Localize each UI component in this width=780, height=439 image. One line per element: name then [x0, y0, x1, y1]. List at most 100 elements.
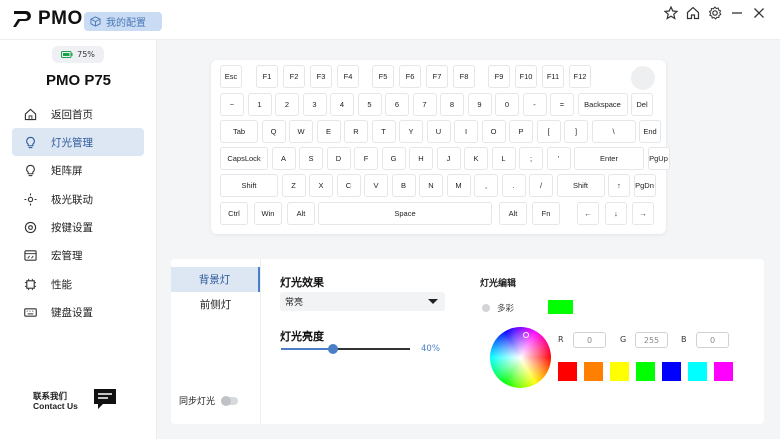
key-1-10[interactable]: 0 [495, 93, 519, 116]
key-4-10[interactable]: / [529, 174, 553, 197]
key-1-12[interactable]: = [550, 93, 574, 116]
pin-icon[interactable] [664, 6, 678, 20]
key-2-0[interactable]: Tab [220, 120, 258, 143]
key-3-7[interactable]: J [436, 147, 461, 170]
key-0-2[interactable]: F2 [283, 65, 305, 88]
config-selector[interactable]: 我的配置 [84, 12, 162, 31]
key-2-2[interactable]: W [289, 120, 313, 143]
tab-front-light[interactable]: 前侧灯 [171, 292, 260, 317]
home-icon[interactable] [686, 6, 700, 20]
color-swatch[interactable] [584, 362, 603, 381]
key-2-13[interactable]: \ [591, 120, 636, 143]
key-3-2[interactable]: S [299, 147, 323, 170]
color-swatch[interactable] [558, 362, 577, 381]
key-2-7[interactable]: U [426, 120, 451, 143]
color-swatch[interactable] [688, 362, 707, 381]
slider-thumb[interactable] [327, 344, 338, 354]
settings-icon[interactable] [708, 6, 722, 20]
key-2-5[interactable]: T [371, 120, 396, 143]
key-4-13[interactable]: PgDn [633, 174, 656, 197]
chat-icon[interactable] [93, 388, 117, 410]
key-1-6[interactable]: 6 [385, 93, 409, 116]
key-1-11[interactable]: - [522, 93, 547, 116]
key-1-7[interactable]: 7 [412, 93, 437, 116]
key-0-1[interactable]: F1 [256, 65, 278, 88]
key-0-10[interactable]: F10 [515, 65, 537, 88]
key-1-14[interactable]: Del [631, 93, 653, 116]
sidebar-item-matrix[interactable]: 矩阵屏 [12, 157, 144, 185]
color-swatch[interactable] [636, 362, 655, 381]
key-2-14[interactable]: End [639, 120, 661, 143]
sidebar-item-aurora[interactable]: 极光联动 [12, 185, 144, 213]
key-3-4[interactable]: F [354, 147, 378, 170]
sidebar-item-keyboard-settings[interactable]: 键盘设置 [12, 299, 144, 327]
key-3-0[interactable]: CapsLock [220, 147, 268, 170]
key-5-3[interactable]: Space [318, 202, 492, 225]
key-3-9[interactable]: L [491, 147, 516, 170]
color-wheel[interactable] [490, 327, 551, 388]
key-4-7[interactable]: M [446, 174, 471, 197]
key-0-5[interactable]: F5 [372, 65, 394, 88]
key-0-8[interactable]: F8 [453, 65, 475, 88]
sidebar-item-key-settings[interactable]: 按键设置 [12, 214, 144, 242]
close-icon[interactable] [752, 6, 766, 20]
key-4-12[interactable]: ↑ [608, 174, 630, 197]
key-4-2[interactable]: X [309, 174, 333, 197]
key-4-4[interactable]: V [364, 174, 388, 197]
b-input[interactable]: 0 [696, 332, 729, 348]
key-0-0[interactable]: Esc [220, 65, 242, 88]
sidebar-item-performance[interactable]: 性能 [12, 270, 144, 298]
multicolor-radio[interactable] [482, 304, 490, 312]
key-0-7[interactable]: F7 [426, 65, 448, 88]
key-1-9[interactable]: 9 [467, 93, 492, 116]
key-1-4[interactable]: 4 [330, 93, 354, 116]
key-0-12[interactable]: F12 [569, 65, 591, 88]
key-5-1[interactable]: Win [254, 202, 282, 225]
key-5-5[interactable]: Fn [532, 202, 560, 225]
multicolor-option[interactable]: 多彩 [482, 302, 514, 314]
brightness-slider[interactable] [281, 344, 410, 354]
key-4-5[interactable]: B [391, 174, 416, 197]
key-4-1[interactable]: Z [281, 174, 306, 197]
key-0-4[interactable]: F4 [337, 65, 359, 88]
key-4-6[interactable]: N [419, 174, 443, 197]
color-swatch[interactable] [662, 362, 681, 381]
key-1-13[interactable]: Backspace [577, 93, 628, 116]
key-3-3[interactable]: D [326, 147, 351, 170]
key-2-12[interactable]: ] [564, 120, 588, 143]
key-3-11[interactable]: ' [546, 147, 571, 170]
key-0-9[interactable]: F9 [488, 65, 510, 88]
color-swatch[interactable] [714, 362, 733, 381]
key-2-10[interactable]: P [509, 120, 533, 143]
key-4-9[interactable]: . [501, 174, 526, 197]
key-0-6[interactable]: F6 [399, 65, 421, 88]
key-3-1[interactable]: A [271, 147, 296, 170]
minimize-icon[interactable] [730, 6, 744, 20]
key-1-5[interactable]: 5 [357, 93, 382, 116]
key-2-6[interactable]: Y [399, 120, 423, 143]
key-5-8[interactable]: → [632, 202, 654, 225]
key-5-7[interactable]: ↓ [605, 202, 627, 225]
key-5-0[interactable]: Ctrl [220, 202, 248, 225]
contact-us[interactable]: 联系我们 Contact Us [33, 391, 78, 411]
key-2-8[interactable]: I [454, 120, 478, 143]
key-0-11[interactable]: F11 [542, 65, 564, 88]
key-4-8[interactable]: , [474, 174, 498, 197]
key-3-12[interactable]: Enter [574, 147, 644, 170]
key-1-8[interactable]: 8 [440, 93, 464, 116]
key-2-4[interactable]: R [344, 120, 368, 143]
key-2-11[interactable]: [ [536, 120, 561, 143]
key-5-6[interactable]: ← [577, 202, 599, 225]
key-2-9[interactable]: O [481, 120, 506, 143]
color-wheel-picker[interactable] [523, 332, 529, 338]
key-5-4[interactable]: Alt [499, 202, 527, 225]
key-1-2[interactable]: 2 [275, 93, 299, 116]
key-1-0[interactable]: ~ [220, 93, 244, 116]
g-input[interactable]: 255 [635, 332, 668, 348]
key-3-10[interactable]: ; [519, 147, 543, 170]
key-4-11[interactable]: Shift [556, 174, 605, 197]
color-swatch[interactable] [610, 362, 629, 381]
key-1-3[interactable]: 3 [302, 93, 327, 116]
volume-knob[interactable] [631, 66, 655, 90]
r-input[interactable]: 0 [573, 332, 606, 348]
